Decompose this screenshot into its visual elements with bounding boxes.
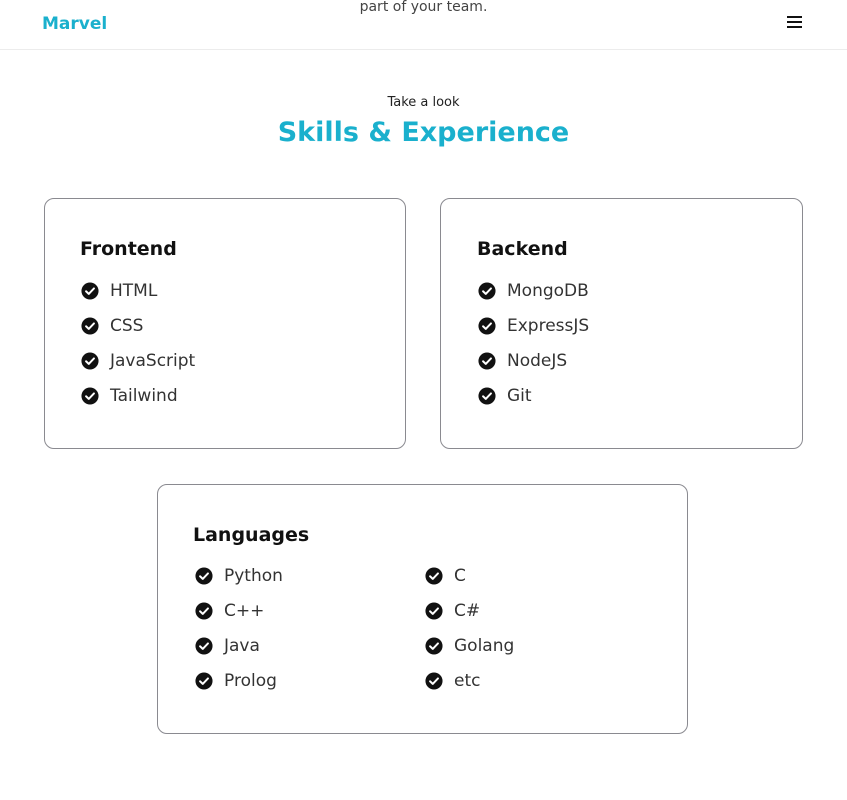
check-circle-icon <box>425 672 443 690</box>
check-circle-icon <box>478 352 496 370</box>
check-circle-icon <box>195 602 213 620</box>
hamburger-menu-icon[interactable] <box>787 15 802 28</box>
skill-label: etc <box>454 671 481 691</box>
check-circle-icon <box>425 567 443 585</box>
skill-label: Java <box>224 636 260 656</box>
skill-item: C <box>425 564 466 588</box>
skill-item: Git <box>478 384 532 408</box>
skill-item: HTML <box>81 279 157 303</box>
skill-label: Git <box>507 386 532 406</box>
backend-card: Backend MongoDB ExpressJS NodeJS Git <box>440 198 803 449</box>
check-circle-icon <box>478 387 496 405</box>
check-circle-icon <box>195 637 213 655</box>
check-circle-icon <box>425 637 443 655</box>
skill-label: C++ <box>224 601 265 621</box>
check-circle-icon <box>425 602 443 620</box>
check-circle-icon <box>195 567 213 585</box>
check-circle-icon <box>81 282 99 300</box>
skill-item: C# <box>425 599 480 623</box>
skill-item: etc <box>425 669 480 693</box>
check-circle-icon <box>478 282 496 300</box>
check-circle-icon <box>478 317 496 335</box>
skill-item: Python <box>195 564 283 588</box>
card-title-frontend: Frontend <box>80 238 177 260</box>
skill-label: JavaScript <box>110 351 196 371</box>
skill-item: C++ <box>195 599 264 623</box>
check-circle-icon <box>81 317 99 335</box>
skill-item: Golang <box>425 634 514 658</box>
skill-item: NodeJS <box>478 349 567 373</box>
skill-label: ExpressJS <box>507 316 590 336</box>
skill-label: C <box>454 566 466 586</box>
check-circle-icon <box>195 672 213 690</box>
section-eyebrow: Take a look <box>387 95 460 110</box>
brand-logo[interactable]: Marvel <box>42 14 107 34</box>
skill-item: CSS <box>81 314 143 338</box>
skill-item: Java <box>195 634 260 658</box>
skill-label: C# <box>454 601 481 621</box>
header-tagline: part of your team. <box>359 0 488 15</box>
skill-label: Tailwind <box>110 386 178 406</box>
skill-item: ExpressJS <box>478 314 589 338</box>
skill-label: HTML <box>110 281 158 301</box>
skill-label: Python <box>224 566 283 586</box>
card-title-languages: Languages <box>193 524 310 546</box>
section-title: Skills & Experience <box>277 117 570 148</box>
top-navbar: part of your team. Marvel <box>0 0 847 50</box>
check-circle-icon <box>81 387 99 405</box>
skill-item: Prolog <box>195 669 277 693</box>
skill-item: JavaScript <box>81 349 195 373</box>
languages-card: Languages Python C++ Java Prolog C C# Go… <box>157 484 688 734</box>
skill-label: CSS <box>110 316 144 336</box>
frontend-card: Frontend HTML CSS JavaScript Tailwind <box>44 198 406 449</box>
skill-item: MongoDB <box>478 279 589 303</box>
skill-label: Prolog <box>224 671 277 691</box>
skill-label: Golang <box>454 636 515 656</box>
skill-label: NodeJS <box>507 351 568 371</box>
skill-item: Tailwind <box>81 384 178 408</box>
check-circle-icon <box>81 352 99 370</box>
skill-label: MongoDB <box>507 281 589 301</box>
card-title-backend: Backend <box>477 238 568 260</box>
